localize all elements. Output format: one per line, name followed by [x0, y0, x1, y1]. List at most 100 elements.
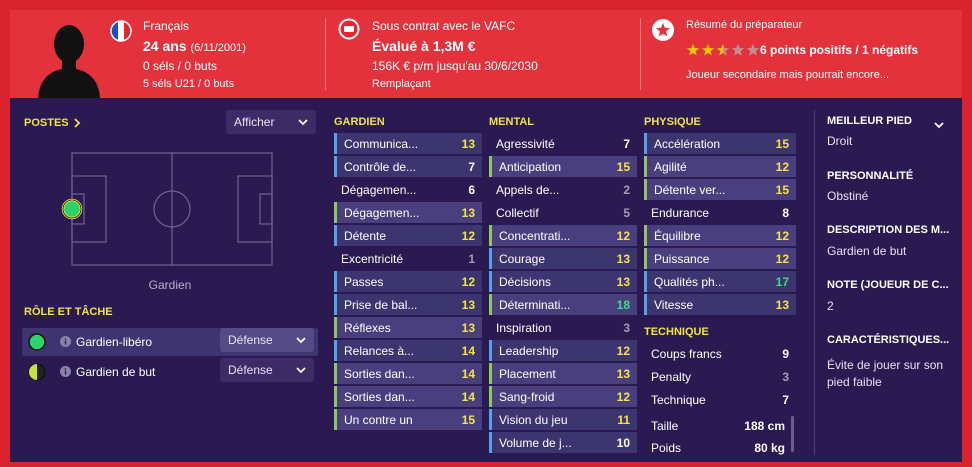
attribute-row[interactable]: Qualités ph... 17	[644, 271, 796, 292]
positions-title[interactable]: POSTES	[24, 117, 81, 129]
attribute-row[interactable]: Courage 13	[489, 248, 637, 269]
attribute-value: 13	[461, 297, 475, 312]
personality-label: PERSONNALITÉ	[827, 170, 914, 182]
attribute-value: 3	[782, 369, 789, 384]
attribute-name: Coups francs	[651, 346, 722, 361]
attribute-row[interactable]: Appels de... 2	[489, 179, 637, 200]
attribute-row[interactable]: Accélération 15	[644, 133, 796, 154]
attribute-row[interactable]: Leadership 12	[489, 340, 637, 361]
value-text: Évalué à 1,3M €	[372, 38, 476, 54]
attribute-row[interactable]: Contrôle de... 7	[334, 156, 482, 177]
scrollbar[interactable]	[791, 416, 794, 452]
attribute-name: Communica...	[344, 136, 419, 151]
attribute-row[interactable]: Puissance 12	[644, 248, 796, 269]
attribute-row[interactable]: Excentricité 1	[334, 248, 482, 269]
attribute-value: 9	[782, 346, 789, 361]
attribute-row[interactable]: Vitesse 13	[644, 294, 796, 315]
attribute-name: Prise de bal...	[344, 297, 418, 312]
report-summary[interactable]: 6 points positifs / 1 négatifs	[760, 43, 918, 57]
attribute-name: Équilibre	[654, 228, 701, 243]
attribute-value: 12	[775, 159, 789, 174]
attribute-name: Un contre un	[344, 412, 413, 427]
attribute-row[interactable]: Inspiration 3	[489, 317, 637, 338]
attribute-row[interactable]: Vision du jeu 11	[489, 409, 637, 430]
mental-attributes-title: MENTAL	[489, 116, 535, 128]
role-rating-icon	[28, 363, 46, 381]
player-header: Français 24 ans (6/11/2001) 0 séls / 0 b…	[10, 10, 962, 98]
attribute-name: Vitesse	[654, 297, 694, 312]
attribute-name: Endurance	[651, 205, 710, 220]
attribute-row[interactable]: Dégagemen... 6	[334, 179, 482, 200]
attribute-row[interactable]: Relances à... 14	[334, 340, 482, 361]
attribute-row[interactable]: Déterminati... 18	[489, 294, 637, 315]
duty-label: Défense	[228, 363, 273, 377]
info-icon[interactable]	[60, 366, 71, 377]
attribute-row[interactable]: Coups francs 9	[644, 343, 796, 364]
club-badge-icon[interactable]	[338, 18, 360, 40]
dob-value: (6/11/2001)	[190, 42, 246, 54]
goalkeeper-attributes-title: GARDIEN	[334, 116, 385, 128]
weight-row: Poids 80 kg	[644, 437, 792, 458]
star-icon	[716, 43, 730, 56]
attribute-value: 12	[616, 343, 630, 358]
traits-value: Évite de jouer sur son pied faible	[827, 358, 944, 389]
attribute-row[interactable]: Prise de bal... 13	[334, 294, 482, 315]
chevron-down-icon[interactable]	[934, 121, 944, 129]
attribute-row[interactable]: Un contre un 15	[334, 409, 482, 430]
attribute-name: Collectif	[496, 205, 539, 220]
caps-text: 0 séls / 0 buts	[143, 59, 218, 73]
attribute-row[interactable]: Sang-froid 12	[489, 386, 637, 407]
attribute-row[interactable]: Sorties dan... 14	[334, 363, 482, 384]
attribute-value: 14	[461, 389, 475, 404]
attribute-row[interactable]: Détente ver... 15	[644, 179, 796, 200]
attribute-value: 8	[782, 205, 789, 220]
attribute-row[interactable]: Agressivité 7	[489, 133, 637, 154]
attribute-row[interactable]: Décisions 13	[489, 271, 637, 292]
star-icon	[746, 43, 760, 56]
attribute-row[interactable]: Sorties dan... 14	[334, 386, 482, 407]
star-icon	[686, 43, 700, 56]
panel-divider	[814, 110, 815, 455]
attribute-row[interactable]: Détente 12	[334, 225, 482, 246]
duty-label: Défense	[228, 333, 273, 347]
traits-label: CARACTÉRISTIQUES...	[827, 334, 950, 346]
attribute-name: Concentrati...	[499, 228, 571, 243]
attribute-row[interactable]: Dégagemen... 13	[334, 202, 482, 223]
attribute-name: Réflexes	[344, 320, 391, 335]
attribute-name: Excentricité	[341, 251, 404, 266]
nationality-flag-icon	[110, 20, 132, 42]
media-description-label: DESCRIPTION DES M...	[827, 224, 950, 236]
attribute-value: 13	[616, 274, 630, 289]
role-row[interactable]: Gardien-libéro Défense	[22, 328, 318, 356]
attribute-row[interactable]: Anticipation 15	[489, 156, 637, 177]
attribute-row[interactable]: Agilité 12	[644, 156, 796, 177]
duty-dropdown[interactable]: Défense	[220, 358, 314, 382]
attribute-row[interactable]: Endurance 8	[644, 202, 796, 223]
squad-status-text: Remplaçant	[372, 78, 431, 90]
attribute-row[interactable]: Communica... 13	[334, 133, 482, 154]
duty-dropdown[interactable]: Défense	[220, 328, 314, 352]
role-rating-icon	[28, 333, 46, 351]
positions-display-dropdown[interactable]: Afficher	[226, 110, 316, 134]
attribute-row[interactable]: Passes 12	[334, 271, 482, 292]
contract-text[interactable]: Sous contrat avec le VAFC	[372, 19, 515, 33]
attribute-row[interactable]: Volume de j... 10	[489, 432, 637, 453]
attribute-row[interactable]: Penalty 3	[644, 366, 796, 387]
info-icon[interactable]	[60, 336, 71, 347]
attribute-row[interactable]: Réflexes 13	[334, 317, 482, 338]
attribute-row[interactable]: Collectif 5	[489, 202, 637, 223]
attribute-name: Relances à...	[344, 343, 415, 358]
attribute-name: Vision du jeu	[499, 412, 568, 427]
attribute-row[interactable]: Concentrati... 12	[489, 225, 637, 246]
roles-title: RÔLE ET TÂCHE	[24, 306, 113, 318]
attribute-value: 15	[616, 159, 630, 174]
attribute-row[interactable]: Placement 13	[489, 363, 637, 384]
attribute-name: Courage	[499, 251, 546, 266]
attribute-row[interactable]: Technique 7	[644, 389, 796, 410]
role-row[interactable]: Gardien de but Défense	[22, 358, 318, 386]
attribute-name: Agilité	[654, 159, 687, 174]
attribute-row[interactable]: Équilibre 12	[644, 225, 796, 246]
nationality-text: Français	[143, 19, 190, 33]
attribute-value: 13	[616, 366, 630, 381]
chevron-down-icon	[296, 337, 306, 344]
